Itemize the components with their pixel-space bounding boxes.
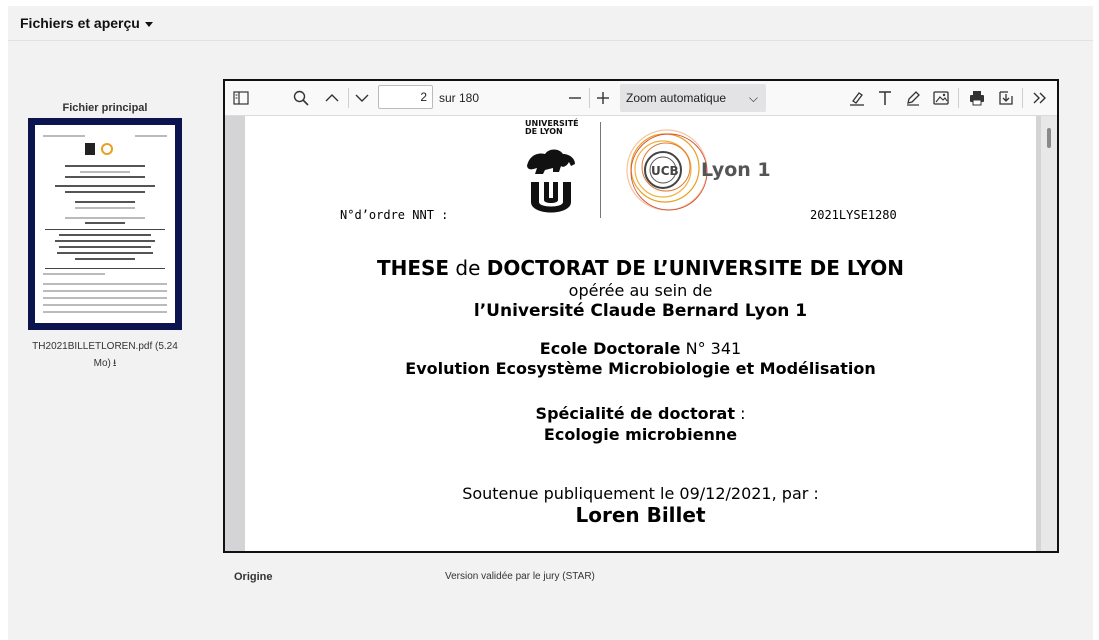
save-icon[interactable] xyxy=(994,86,1018,110)
zoom-select[interactable]: Zoom automatique ⌵ xyxy=(620,84,766,112)
lyon1-logo: UCB xyxy=(623,120,713,220)
pdf-toolbar: 2 sur 180 Zoom automatique ⌵ xyxy=(225,81,1057,116)
thumb-line xyxy=(43,311,167,313)
zoom-in-icon[interactable] xyxy=(591,86,615,110)
lyon1-logo-text: Lyon 1 xyxy=(701,159,771,181)
thumb-line xyxy=(43,273,105,275)
page-total: sur 180 xyxy=(439,91,480,105)
udl-logo-line2: DE LYON xyxy=(525,127,563,136)
thumb-line xyxy=(55,185,155,187)
author-name: Loren Billet xyxy=(575,503,706,527)
specialite-label: Spécialité de doctorat xyxy=(535,404,735,423)
toolbar-separator xyxy=(958,88,959,108)
operee-text: opérée au sein de xyxy=(568,281,713,300)
thumb-line xyxy=(75,207,135,209)
specialite: Spécialité de doctorat : xyxy=(245,404,1036,423)
download-icon[interactable]: ⭳ xyxy=(113,355,117,372)
pdf-thumbnail[interactable] xyxy=(28,118,182,330)
image-icon[interactable] xyxy=(929,86,953,110)
thumb-line xyxy=(59,234,151,236)
ecole-name: Evolution Ecosystème Microbiologie et Mo… xyxy=(405,359,876,378)
search-icon[interactable] xyxy=(289,86,313,110)
print-icon[interactable] xyxy=(965,86,989,110)
specialite-value: Ecologie microbienne xyxy=(543,425,738,444)
soutenue-text: Soutenue publiquement le 09/12/2021, par… xyxy=(462,484,819,503)
thumb-line xyxy=(65,217,145,219)
toolbar-separator xyxy=(348,88,349,108)
toolbar-separator xyxy=(589,88,590,108)
title-part1: THESE xyxy=(376,256,450,280)
thumb-line xyxy=(65,176,145,178)
ecole-number: N° 341 xyxy=(685,339,742,358)
svg-text:UCB: UCB xyxy=(651,164,679,178)
thumb-line xyxy=(59,246,151,248)
title-part2: DOCTORAT DE L’UNIVERSITE DE LYON xyxy=(486,256,905,280)
scrollbar-thumb[interactable] xyxy=(1047,128,1051,148)
origin-value: Version validée par le jury (STAR) xyxy=(445,571,595,582)
vertical-scrollbar[interactable] xyxy=(1041,116,1057,551)
logo-divider xyxy=(600,122,601,218)
thumb-line xyxy=(55,240,155,242)
thumb-title-box xyxy=(45,229,165,269)
file-download-link[interactable]: TH2021BILLETLOREN.pdf (5.24 Mo) ⭳ xyxy=(24,338,186,372)
draw-icon[interactable] xyxy=(901,86,925,110)
nnt-label: N°d’ordre NNT : xyxy=(340,208,449,222)
thumb-logo-udl xyxy=(85,143,95,155)
thesis-title: THESE de DOCTORAT DE L’UNIVERSITE DE LYO… xyxy=(245,256,1036,280)
caret-down-icon xyxy=(144,21,153,27)
thumb-line xyxy=(75,258,135,260)
thumb-line xyxy=(65,165,145,167)
ecole-label: Ecole Doctorale xyxy=(539,339,681,358)
chevron-down-icon: ⌵ xyxy=(748,91,758,105)
more-tools-icon[interactable] xyxy=(1028,86,1052,110)
highlight-icon[interactable] xyxy=(845,86,869,110)
thumb-line xyxy=(75,201,135,203)
lyon1-logo-circles: UCB xyxy=(626,129,708,211)
section-title[interactable]: Fichiers et aperçu xyxy=(20,15,153,31)
toolbar-separator xyxy=(1022,88,1023,108)
zoom-value: Zoom automatique xyxy=(626,91,727,105)
thumb-line xyxy=(135,135,167,137)
origin-label: Origine xyxy=(234,571,273,583)
pdf-page: UNIVERSITÉ DE LYON UCB Lyon 1 N°d’ordre … xyxy=(245,116,1036,551)
thumb-line xyxy=(43,290,167,292)
thumb-line xyxy=(65,191,145,193)
pdf-viewer: 2 sur 180 Zoom automatique ⌵ UNIVERSITÉ … xyxy=(223,79,1059,553)
thumb-logo-lyon1 xyxy=(101,143,113,155)
thumb-line xyxy=(43,297,167,299)
thumbnail-page xyxy=(35,125,175,323)
ecole-doctorale: Ecole Doctorale N° 341 xyxy=(245,339,1036,358)
text-tool-icon[interactable] xyxy=(873,86,897,110)
thumb-line xyxy=(43,283,167,285)
universite-de-lyon-logo: UNIVERSITÉ DE LYON xyxy=(525,120,579,220)
main-file-label: Fichier principal xyxy=(62,102,148,114)
sidebar-toggle-icon[interactable] xyxy=(229,86,253,110)
lion-icon xyxy=(527,149,575,213)
page-number-input[interactable]: 2 xyxy=(378,85,433,109)
zoom-out-icon[interactable] xyxy=(563,86,587,110)
specialite-colon: : xyxy=(740,404,746,423)
thumb-line xyxy=(85,222,125,224)
nnt-value: 2021LYSE1280 xyxy=(810,208,897,222)
next-page-icon[interactable] xyxy=(350,86,374,110)
university-name: l’Université Claude Bernard Lyon 1 xyxy=(473,301,808,321)
thumb-line xyxy=(43,135,85,137)
pdf-scroll-area[interactable]: UNIVERSITÉ DE LYON UCB Lyon 1 N°d’ordre … xyxy=(225,116,1057,551)
main-file-column: Fichier principal TH2021BILLETLOREN.pdf … xyxy=(24,102,186,372)
thumb-line xyxy=(80,171,130,173)
title-de: de xyxy=(455,256,481,280)
previous-page-icon[interactable] xyxy=(320,86,344,110)
thumb-line xyxy=(57,252,153,254)
section-title-text: Fichiers et aperçu xyxy=(20,15,140,31)
thumb-line xyxy=(43,304,167,306)
panel-header[interactable]: Fichiers et aperçu xyxy=(8,6,1093,41)
file-name: TH2021BILLETLOREN.pdf (5.24 Mo) xyxy=(32,341,178,369)
